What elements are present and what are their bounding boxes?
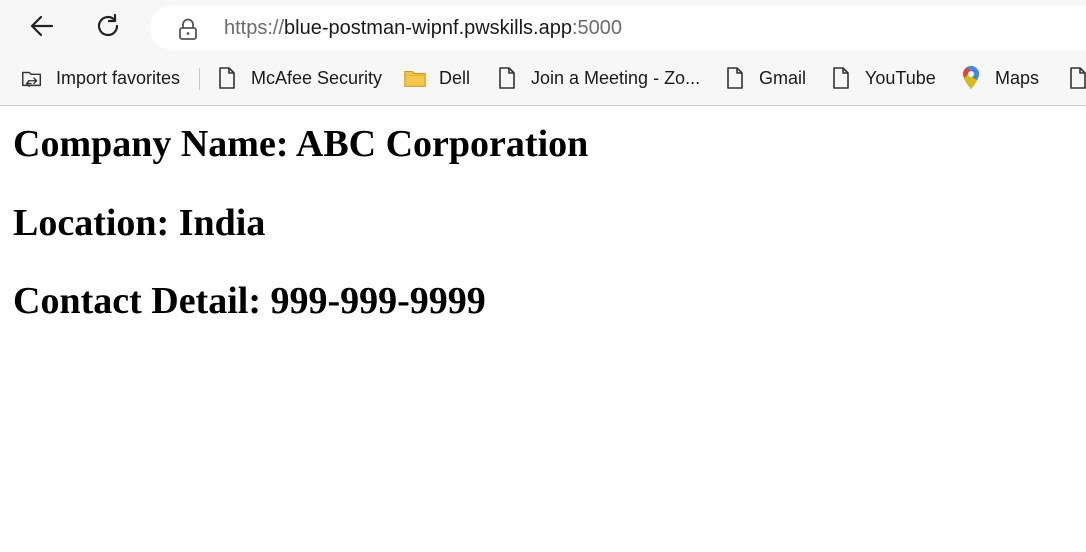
page-icon — [723, 66, 747, 90]
bookmark-label: Maps — [995, 68, 1040, 88]
back-button[interactable] — [24, 10, 60, 46]
bookmark-label: YouTube — [865, 68, 936, 88]
contact-detail-heading: Contact Detail: 999-999-9999 — [13, 280, 486, 322]
bookmark-youtube[interactable]: YouTube — [829, 64, 936, 92]
bookmark-label: Import favorites — [56, 68, 181, 88]
address-bar[interactable]: https://blue-postman-wipnf.pwskills.app:… — [150, 6, 1086, 50]
bookmark-mcafee-security[interactable]: McAfee Security — [215, 64, 382, 92]
page-icon — [215, 66, 239, 90]
page-icon — [1066, 66, 1086, 90]
bookmarks-bar: Import favorites McAfee Security Dell Jo… — [0, 58, 1086, 98]
bookmark-label: Gmail — [759, 68, 807, 88]
url-text[interactable]: https://blue-postman-wipnf.pwskills.app:… — [224, 17, 622, 39]
bookmark-dell[interactable]: Dell — [403, 64, 470, 92]
lock-icon[interactable] — [178, 18, 198, 40]
url-port: :5000 — [571, 17, 623, 39]
url-scheme: https:// — [224, 17, 285, 39]
reload-button[interactable] — [90, 10, 126, 46]
folder-icon — [403, 66, 427, 90]
import-favorites-icon — [20, 66, 44, 90]
bookmark-gmail[interactable]: Gmail — [723, 64, 806, 92]
bookmarks-divider — [199, 68, 200, 90]
maps-pin-icon — [959, 66, 983, 90]
reload-icon — [94, 12, 122, 45]
back-arrow-icon — [28, 12, 56, 45]
company-name-heading: Company Name: ABC Corporation — [13, 123, 589, 165]
url-host: blue-postman-wipnf.pwskills.app — [284, 17, 572, 39]
page-icon — [495, 66, 519, 90]
bookmark-label: Dell — [439, 68, 471, 88]
location-heading: Location: India — [13, 202, 266, 244]
bookmark-join-a-meeting[interactable]: Join a Meeting - Zo... — [495, 64, 700, 92]
bookmark-import-favorites[interactable]: Import favorites — [20, 64, 180, 92]
bookmark-overflow[interactable] — [1066, 64, 1086, 92]
browser-chrome: https://blue-postman-wipnf.pwskills.app:… — [0, 0, 1086, 106]
bookmark-label: Join a Meeting - Zo... — [531, 68, 701, 88]
bookmark-maps[interactable]: Maps — [959, 64, 1039, 92]
page-content: Company Name: ABC Corporation Location: … — [0, 107, 1086, 552]
page-icon — [829, 66, 853, 90]
bookmark-label: McAfee Security — [251, 68, 383, 88]
